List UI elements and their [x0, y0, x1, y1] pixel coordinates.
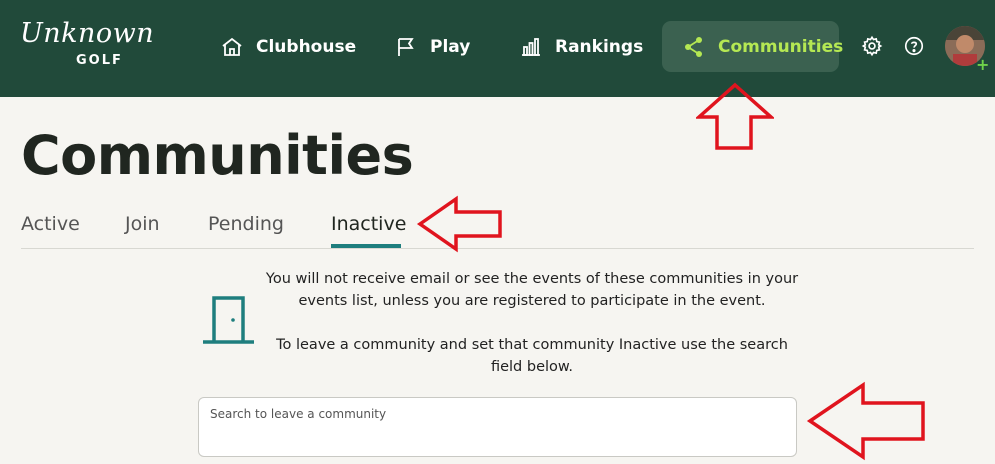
door-icon [201, 294, 256, 346]
nav-play[interactable]: Play [394, 21, 470, 72]
annotation-arrow-up [696, 82, 774, 150]
info-paragraph-email: You will not receive email or see the ev… [265, 271, 799, 309]
nav-clubhouse[interactable]: Clubhouse [220, 21, 356, 72]
inactive-info: You will not receive email or see the ev… [262, 268, 802, 400]
top-nav-bar: Unknown GOLF Clubhouse Play Rankings Com… [0, 0, 995, 97]
unknown-golf-logo[interactable]: Unknown GOLF [20, 18, 180, 73]
annotation-arrow-left-search [806, 381, 925, 461]
nav-play-label: Play [430, 36, 471, 57]
active-tab-indicator [331, 244, 401, 248]
search-input[interactable] [199, 398, 796, 430]
nav-rankings-label: Rankings [555, 36, 644, 57]
leave-community-search[interactable] [198, 397, 797, 457]
info-paragraph-leave: To leave a community and set that commun… [276, 337, 788, 375]
nav-communities[interactable]: Communities [662, 21, 843, 72]
page-title: Communities [21, 124, 414, 187]
nav-rankings[interactable]: Rankings [519, 21, 643, 72]
logo-script-text: Unknown [20, 18, 155, 49]
nav-communities-label: Communities [718, 36, 844, 57]
tab-active[interactable]: Active [21, 213, 80, 235]
gear-icon[interactable] [861, 35, 883, 57]
share-icon [682, 35, 706, 59]
tab-inactive[interactable]: Inactive [331, 213, 406, 235]
help-icon[interactable] [903, 35, 925, 57]
add-account-icon[interactable]: + [976, 55, 989, 74]
annotation-arrow-left-tab [416, 195, 502, 253]
tab-pending[interactable]: Pending [208, 213, 284, 235]
nav-clubhouse-label: Clubhouse [256, 36, 357, 57]
bar-chart-icon [519, 35, 543, 59]
logo-golf-text: GOLF [76, 53, 123, 68]
tab-join[interactable]: Join [125, 213, 160, 235]
home-icon [220, 35, 244, 59]
flag-icon [394, 35, 418, 59]
